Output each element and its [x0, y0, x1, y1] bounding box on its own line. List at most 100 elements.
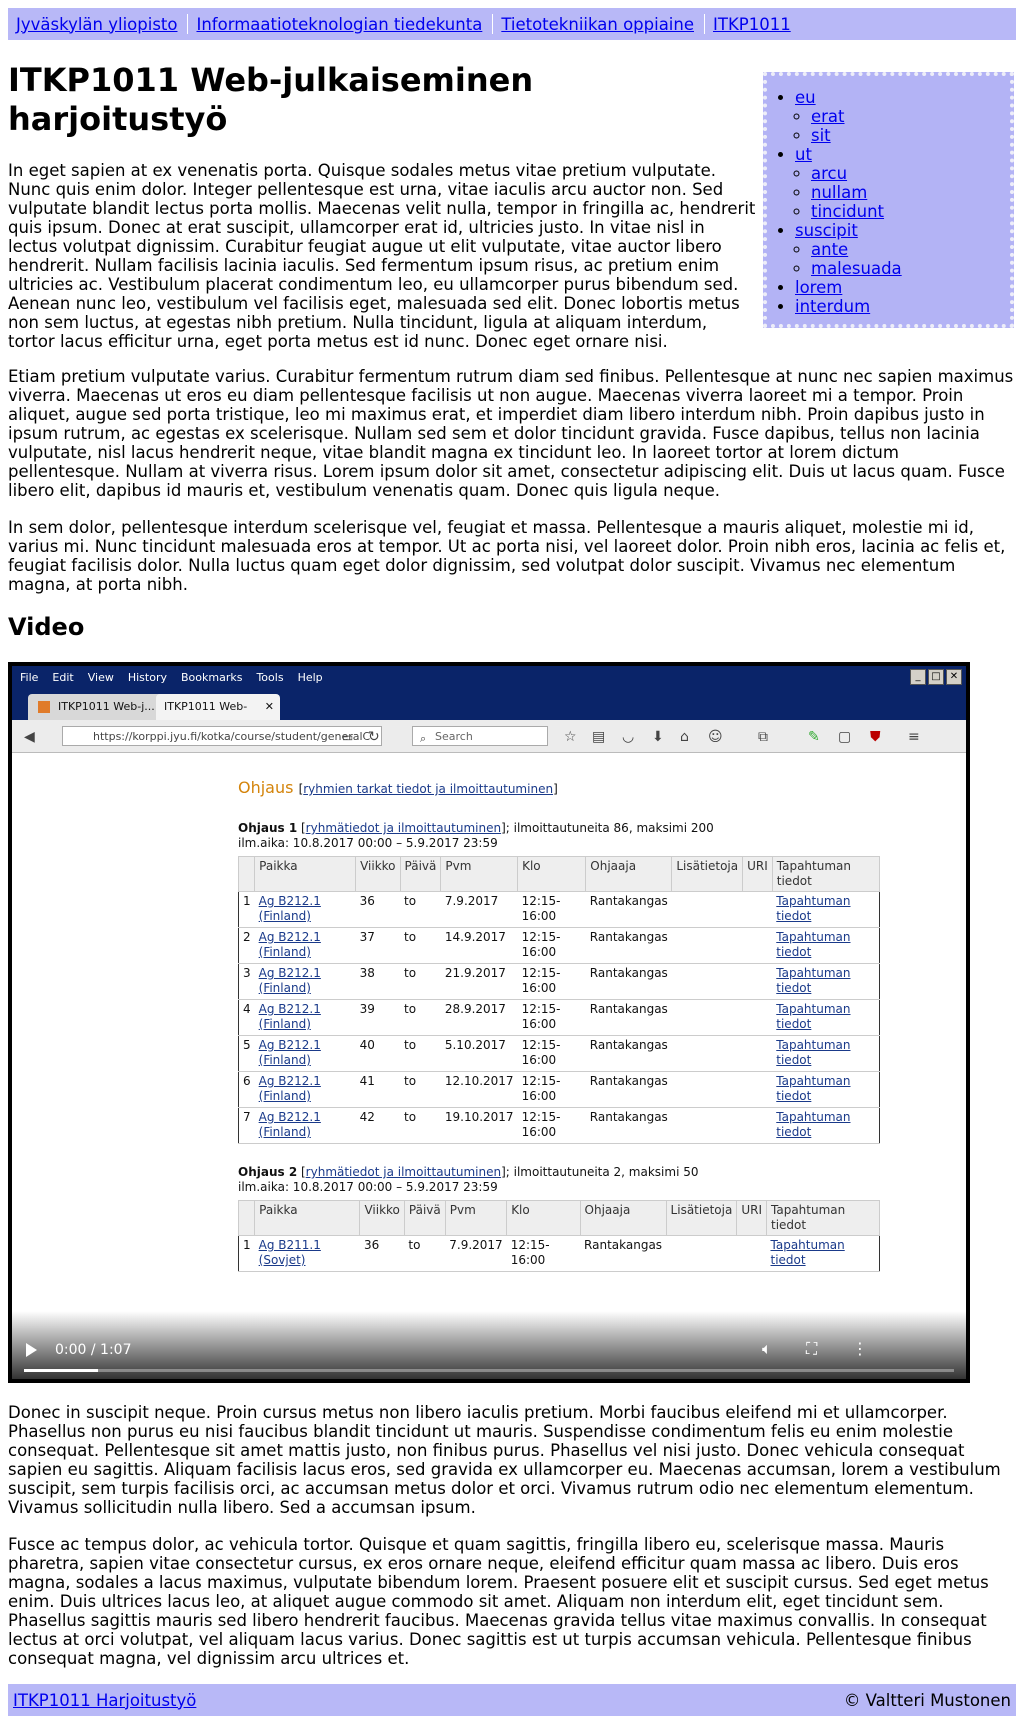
home-icon: ⌂ — [680, 729, 689, 745]
table-cell: Tapahtuman tiedot — [772, 891, 880, 928]
breadcrumb: Jyväskylän yliopisto Informaatioteknologi… — [8, 8, 1016, 40]
table-cell — [671, 1071, 743, 1108]
table-header-cell: URI — [736, 1200, 767, 1236]
sidebar-link-malesuada[interactable]: malesuada — [811, 259, 902, 278]
table-cell: Rantakangas — [585, 963, 672, 1000]
table-cell: Rantakangas — [585, 1071, 672, 1108]
table-cell: Ag B211.1 (Sovjet) — [254, 1235, 360, 1272]
table-cell: Rantakangas — [585, 1107, 672, 1144]
breadcrumb-link[interactable]: ITKP1011 — [705, 15, 801, 34]
table-header-cell — [237, 1200, 256, 1236]
reload-icon: ↻ — [368, 729, 380, 745]
sidebar-link-sit[interactable]: sit — [811, 126, 831, 145]
breadcrumb-link[interactable]: Informaatioteknologian tiedekunta — [188, 15, 492, 34]
location-link: Ag B212.1 (Finland) — [258, 1002, 321, 1031]
extension-icon: ☺ — [708, 729, 723, 745]
table-header-cell — [237, 856, 256, 892]
sidebar-link-arcu[interactable]: arcu — [811, 164, 847, 183]
close-icon: ✕ — [264, 700, 274, 713]
table-row: 5 Ag B212.1 (Finland) 40 to 5.10.2017 12:15-1… — [238, 1035, 880, 1072]
sidebar-link-interdum[interactable]: interdum — [795, 297, 870, 316]
table-cell — [671, 963, 743, 1000]
group-2-table: Paikka Viikko Päivä Pvm Klo Ohjaaja Lisätietoj… — [237, 1200, 880, 1272]
sidebar-link-tincidunt[interactable]: tincidunt — [811, 202, 884, 221]
browser-menu-item: Edit — [52, 671, 74, 684]
table-cell: to — [400, 891, 441, 928]
table-cell: Rantakangas — [585, 1035, 672, 1072]
more-options-icon[interactable]: ⋮ — [852, 1339, 868, 1358]
fullscreen-icon[interactable]: ⛶ — [806, 1339, 817, 1358]
group-1-table: Paikka Viikko Päivä Pvm Klo Ohjaaja Lisätietoj… — [237, 856, 881, 1144]
video-player[interactable]: File Edit View History Bookmarks Tools Help _ … — [8, 662, 970, 1383]
sidebar-nav: eueratsitutarcunullamtinciduntsuscipitan… — [763, 72, 1014, 328]
sidebar-item: suscipitantemalesuada — [795, 221, 902, 278]
table-cell: Rantakangas — [585, 891, 672, 928]
table-row: 7 Ag B212.1 (Finland) 42 to 19.10.2017 12:15-… — [238, 1107, 880, 1144]
event-details-link: Tapahtuman tiedot — [776, 930, 851, 959]
table-row: 6 Ag B212.1 (Finland) 41 to 12.10.2017 12:15-… — [238, 1071, 880, 1108]
browser-menu-item: Bookmarks — [180, 671, 243, 684]
ohjaus-heading: Ohjaus [ryhmien tarkat tiedot ja ilmoitt… — [238, 778, 558, 797]
event-details-link: Tapahtuman tiedot — [776, 1002, 851, 1031]
back-icon: ◀ — [24, 729, 35, 745]
table-cell: Tapahtuman tiedot — [772, 999, 880, 1036]
table-cell — [736, 1235, 767, 1272]
table-header-cell: Klo — [506, 1200, 581, 1236]
table-cell: 12:15-16:00 — [517, 999, 586, 1036]
browser-menu-item: View — [87, 671, 114, 684]
page-title: ITKP1011 Web-julkaiseminen harjoitustyö — [8, 61, 534, 138]
location-link: Ag B212.1 (Finland) — [258, 966, 321, 995]
table-cell: Ag B212.1 (Finland) — [254, 1107, 356, 1144]
table-cell: to — [400, 1071, 441, 1108]
sidebar-link-ante[interactable]: ante — [811, 240, 848, 259]
table-header-cell: Pvm — [444, 1200, 508, 1236]
table-cell: Rantakangas — [585, 999, 672, 1036]
table-cell: 12:15-16:00 — [506, 1235, 581, 1272]
sidebar-link-ut[interactable]: ut — [795, 145, 812, 164]
table-cell: 37 — [355, 927, 401, 964]
breadcrumb-link[interactable]: Tietotekniikan oppiaine — [493, 15, 704, 34]
play-icon[interactable] — [26, 1343, 37, 1357]
video-progress-bar[interactable] — [24, 1369, 954, 1372]
download-icon: ⬇ — [652, 729, 664, 745]
table-cell: 19.10.2017 — [440, 1107, 518, 1144]
favicon-icon — [38, 701, 50, 713]
close-icon: ✕ — [946, 669, 962, 685]
search-bar: Search — [412, 726, 548, 746]
group-1-info: Ohjaus 1 [ryhmätiedot ja ilmoittautumine… — [238, 821, 714, 850]
sidebar-link-erat[interactable]: erat — [811, 107, 845, 126]
location-link: Ag B211.1 (Sovjet) — [258, 1238, 321, 1267]
table-cell: 36 — [355, 891, 401, 928]
share-icon: ⧉ — [758, 729, 768, 745]
table-cell: 3 — [238, 963, 255, 1000]
table-cell: Tapahtuman tiedot — [772, 927, 880, 964]
footer-course-link[interactable]: ITKP1011 Harjoitustyö — [13, 1691, 196, 1710]
table-row: 4 Ag B212.1 (Finland) 39 to 28.9.2017 12:15-1… — [238, 999, 880, 1036]
table-cell: 42 — [355, 1107, 401, 1144]
breadcrumb-link[interactable]: Jyväskylän yliopisto — [8, 15, 187, 34]
sidebar-link-suscipit[interactable]: suscipit — [795, 221, 858, 240]
table-header-cell: Ohjaaja — [585, 856, 673, 892]
table-cell — [666, 1235, 737, 1272]
sidebar-link-eu[interactable]: eu — [795, 88, 816, 107]
table-cell: 12:15-16:00 — [517, 1107, 586, 1144]
table-cell: 7.9.2017 — [445, 1235, 507, 1272]
browser-menubar: File Edit View History Bookmarks Tools Help — [12, 666, 966, 690]
table-cell: Ag B212.1 (Finland) — [254, 999, 356, 1036]
table-row: 1 Ag B212.1 (Finland) 36 to 7.9.2017 12:15-16… — [238, 891, 880, 928]
table-cell: 7.9.2017 — [440, 891, 518, 928]
table-cell: Ag B212.1 (Finland) — [254, 1035, 356, 1072]
table-header-row: Paikka Viikko Päivä Pvm Klo Ohjaaja Lisätietoj… — [237, 856, 881, 892]
table-cell: 12:15-16:00 — [517, 1071, 586, 1108]
table-cell: 41 — [355, 1071, 401, 1108]
table-cell: 14.9.2017 — [440, 927, 518, 964]
table-cell: Ag B212.1 (Finland) — [254, 927, 356, 964]
table-header-cell: Klo — [517, 856, 587, 892]
table-cell: 28.9.2017 — [440, 999, 518, 1036]
volume-icon[interactable]: 🔈︎ — [762, 1339, 772, 1358]
sidebar-item: interdum — [795, 297, 902, 316]
sidebar-link-lorem[interactable]: lorem — [795, 278, 842, 297]
sidebar-subitem: tincidunt — [811, 202, 902, 221]
sidebar-link-nullam[interactable]: nullam — [811, 183, 867, 202]
sidebar-sublist: arcunullamtincidunt — [795, 164, 902, 221]
